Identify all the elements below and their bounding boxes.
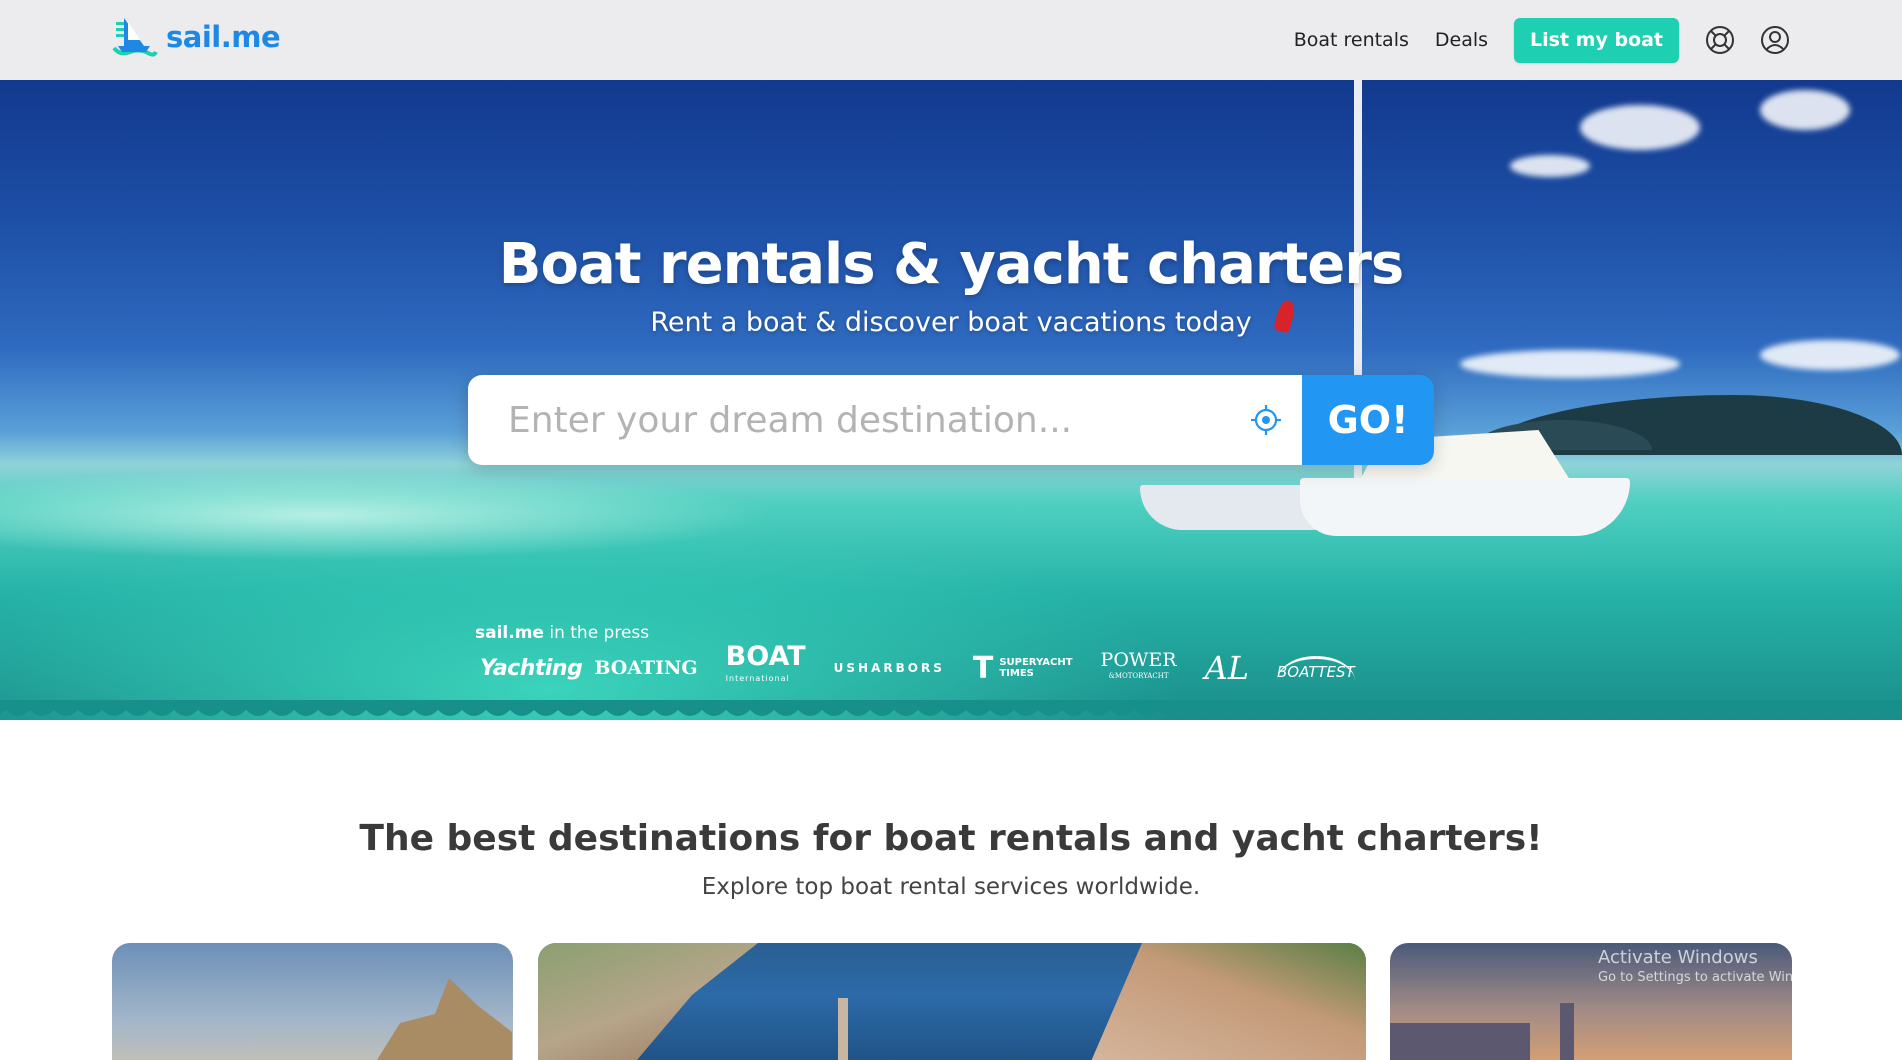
destination-card-image <box>538 943 758 1060</box>
help-lifebuoy-icon[interactable] <box>1703 23 1737 57</box>
press-logo-usharbors[interactable]: USHARBORS <box>834 661 945 675</box>
press-logo-boating[interactable]: BOATING <box>594 657 697 679</box>
hero-cloud <box>1510 155 1590 177</box>
hero-cloud <box>1580 105 1700 150</box>
press-logo-boattest[interactable]: BOATTEST <box>1276 655 1355 681</box>
hero-cloud <box>1460 350 1680 378</box>
press-logo-power-motoryacht[interactable]: POWER &MOTORYACHT <box>1101 651 1177 684</box>
press-logo-superyacht-mark: T <box>972 650 994 686</box>
press-logo-superyacht-line2: TIMES <box>999 668 1034 679</box>
press-logos: Yachting BOATING BOAT International USHA… <box>480 643 1355 690</box>
nav-deals[interactable]: Deals <box>1435 29 1488 51</box>
press-logo-yachting[interactable]: Yachting <box>480 656 583 681</box>
hero-title: Boat rentals & yacht charters <box>498 232 1404 297</box>
press-logo-superyacht-times[interactable]: T SUPERYACHT TIMES <box>972 650 1073 686</box>
press-heading: sail.me in the press <box>475 623 649 643</box>
hero-wave-divider <box>0 700 1902 716</box>
press-logo-superyacht-text: SUPERYACHT TIMES <box>999 657 1072 679</box>
main-nav: Boat rentals Deals List my boat <box>1294 17 1792 63</box>
top-navbar: sail.me Boat rentals Deals List my boat <box>0 0 1902 80</box>
go-search-button[interactable]: GO! <box>1302 375 1434 465</box>
destination-search-bar: GO! <box>468 375 1434 465</box>
press-logo-power-subtext: &MOTORYACHT <box>1108 672 1169 680</box>
destination-card[interactable] <box>538 943 1366 1060</box>
destination-card-image <box>1086 943 1366 1060</box>
press-label-text: in the press <box>543 623 650 643</box>
brand-name: sail.me <box>166 20 281 54</box>
destination-card-image <box>1560 1003 1574 1060</box>
destination-card-image <box>372 978 512 1060</box>
destination-card[interactable] <box>112 943 513 1060</box>
hero-boat-hull <box>1300 478 1630 536</box>
list-my-boat-button[interactable]: List my boat <box>1514 17 1679 63</box>
press-logo-boat-international[interactable]: BOAT International <box>726 643 806 690</box>
crosshair-locate-icon[interactable] <box>1250 404 1282 436</box>
os-activation-watermark: Activate Windows Go to Settings to activ… <box>1598 947 1831 985</box>
watermark-line1: Activate Windows <box>1598 947 1758 968</box>
watermark-line2: Go to Settings to activate Windows. <box>1598 970 1831 985</box>
brand-logo[interactable]: sail.me <box>110 12 281 62</box>
destinations-subtitle: Explore top boat rental services worldwi… <box>701 874 1201 900</box>
destination-card-image <box>838 998 848 1060</box>
hero-subtitle: Rent a boat & discover boat vacations to… <box>650 307 1252 338</box>
nav-boat-rentals[interactable]: Boat rentals <box>1294 29 1409 51</box>
sailboat-logo-icon <box>112 18 158 57</box>
press-brand: sail.me <box>475 623 544 643</box>
hero-cloud <box>1760 340 1900 370</box>
destination-search-input[interactable] <box>468 375 1302 465</box>
hero-cloud <box>1760 90 1850 130</box>
press-logo-superyacht-line1: SUPERYACHT <box>999 657 1073 668</box>
press-logo-al[interactable]: AL <box>1205 649 1249 687</box>
user-account-icon[interactable] <box>1758 23 1792 57</box>
destination-card-image <box>1390 1023 1530 1060</box>
hero-sandbar <box>0 460 900 570</box>
hero-section: Boat rentals & yacht charters Rent a boa… <box>0 80 1902 720</box>
destinations-title: The best destinations for boat rentals a… <box>359 818 1543 859</box>
